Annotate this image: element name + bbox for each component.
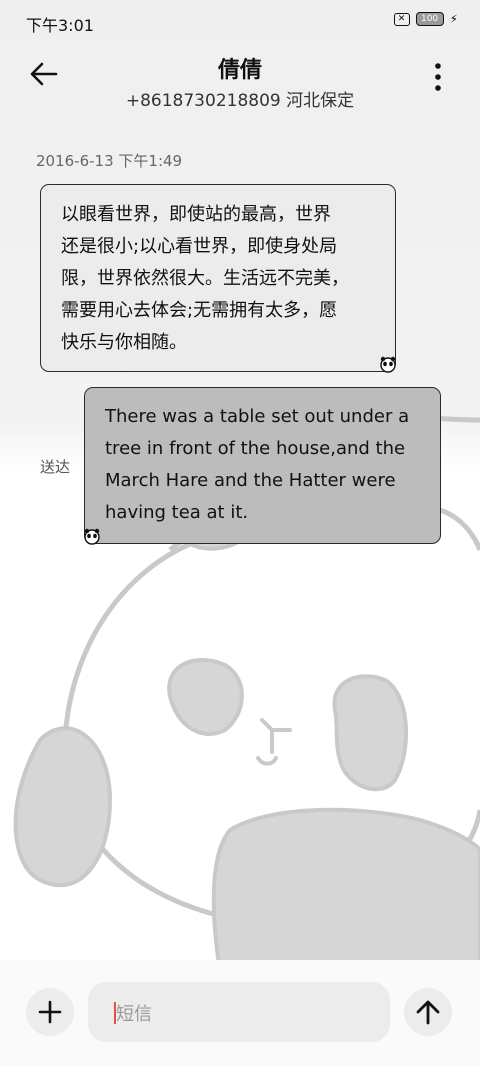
status-time: 下午3:01 — [26, 16, 94, 35]
status-icons: ✕ 100 ⚡ — [393, 12, 458, 26]
send-button[interactable] — [404, 988, 452, 1036]
message-line: There was a table set out under a — [105, 406, 410, 427]
add-attachment-button[interactable] — [26, 988, 74, 1036]
send-arrow-up-icon — [416, 1000, 440, 1025]
conversation-header: 倩倩 +8618730218809 河北保定 — [0, 44, 480, 116]
message-line: tree in front of the house,and the — [105, 438, 406, 459]
plus-icon — [38, 1000, 62, 1024]
more-vertical-icon — [435, 63, 441, 91]
message-line: 需要用心去体会;无需拥有太多，愿 — [61, 300, 338, 321]
charging-bolt-icon: ⚡ — [449, 12, 458, 26]
bubble-panda-icon — [380, 356, 396, 373]
more-options-button[interactable] — [414, 52, 458, 96]
message-input-placeholder: 短信 — [116, 1004, 152, 1025]
message-line: 快乐与你相随。 — [61, 332, 187, 353]
message-input[interactable]: 短信 — [88, 982, 390, 1042]
message-line: having tea at it. — [105, 502, 249, 523]
message-line: 限，世界依然很大。生活远不完美， — [61, 268, 349, 289]
compose-bar: 短信 — [0, 960, 480, 1066]
outgoing-message-bubble[interactable]: There was a table set out under a tree i… — [84, 387, 441, 545]
delivery-status: 送达 — [40, 458, 71, 476]
bubble-panda-icon — [84, 528, 100, 545]
message-line: 以眼看世界，即使站的最高，世界 — [61, 204, 331, 225]
contact-number-location: +8618730218809 河北保定 — [125, 91, 355, 111]
sim-off-icon: ✕ — [393, 12, 410, 26]
message-timestamp: 2016-6-13 下午1:49 — [36, 152, 183, 170]
contact-name: 倩倩 — [217, 58, 262, 83]
incoming-message-bubble[interactable]: 以眼看世界，即使站的最高，世界 还是很小;以心看世界，即使身处局 限，世界依然很… — [40, 184, 396, 373]
message-line: 还是很小;以心看世界，即使身处局 — [61, 236, 338, 257]
battery-level: 100 — [420, 14, 439, 24]
status-bar: 下午3:01 ✕ 100 ⚡ — [0, 0, 480, 44]
battery-icon: 100 — [415, 12, 444, 26]
message-line: March Hare and the Hatter were — [105, 470, 396, 491]
